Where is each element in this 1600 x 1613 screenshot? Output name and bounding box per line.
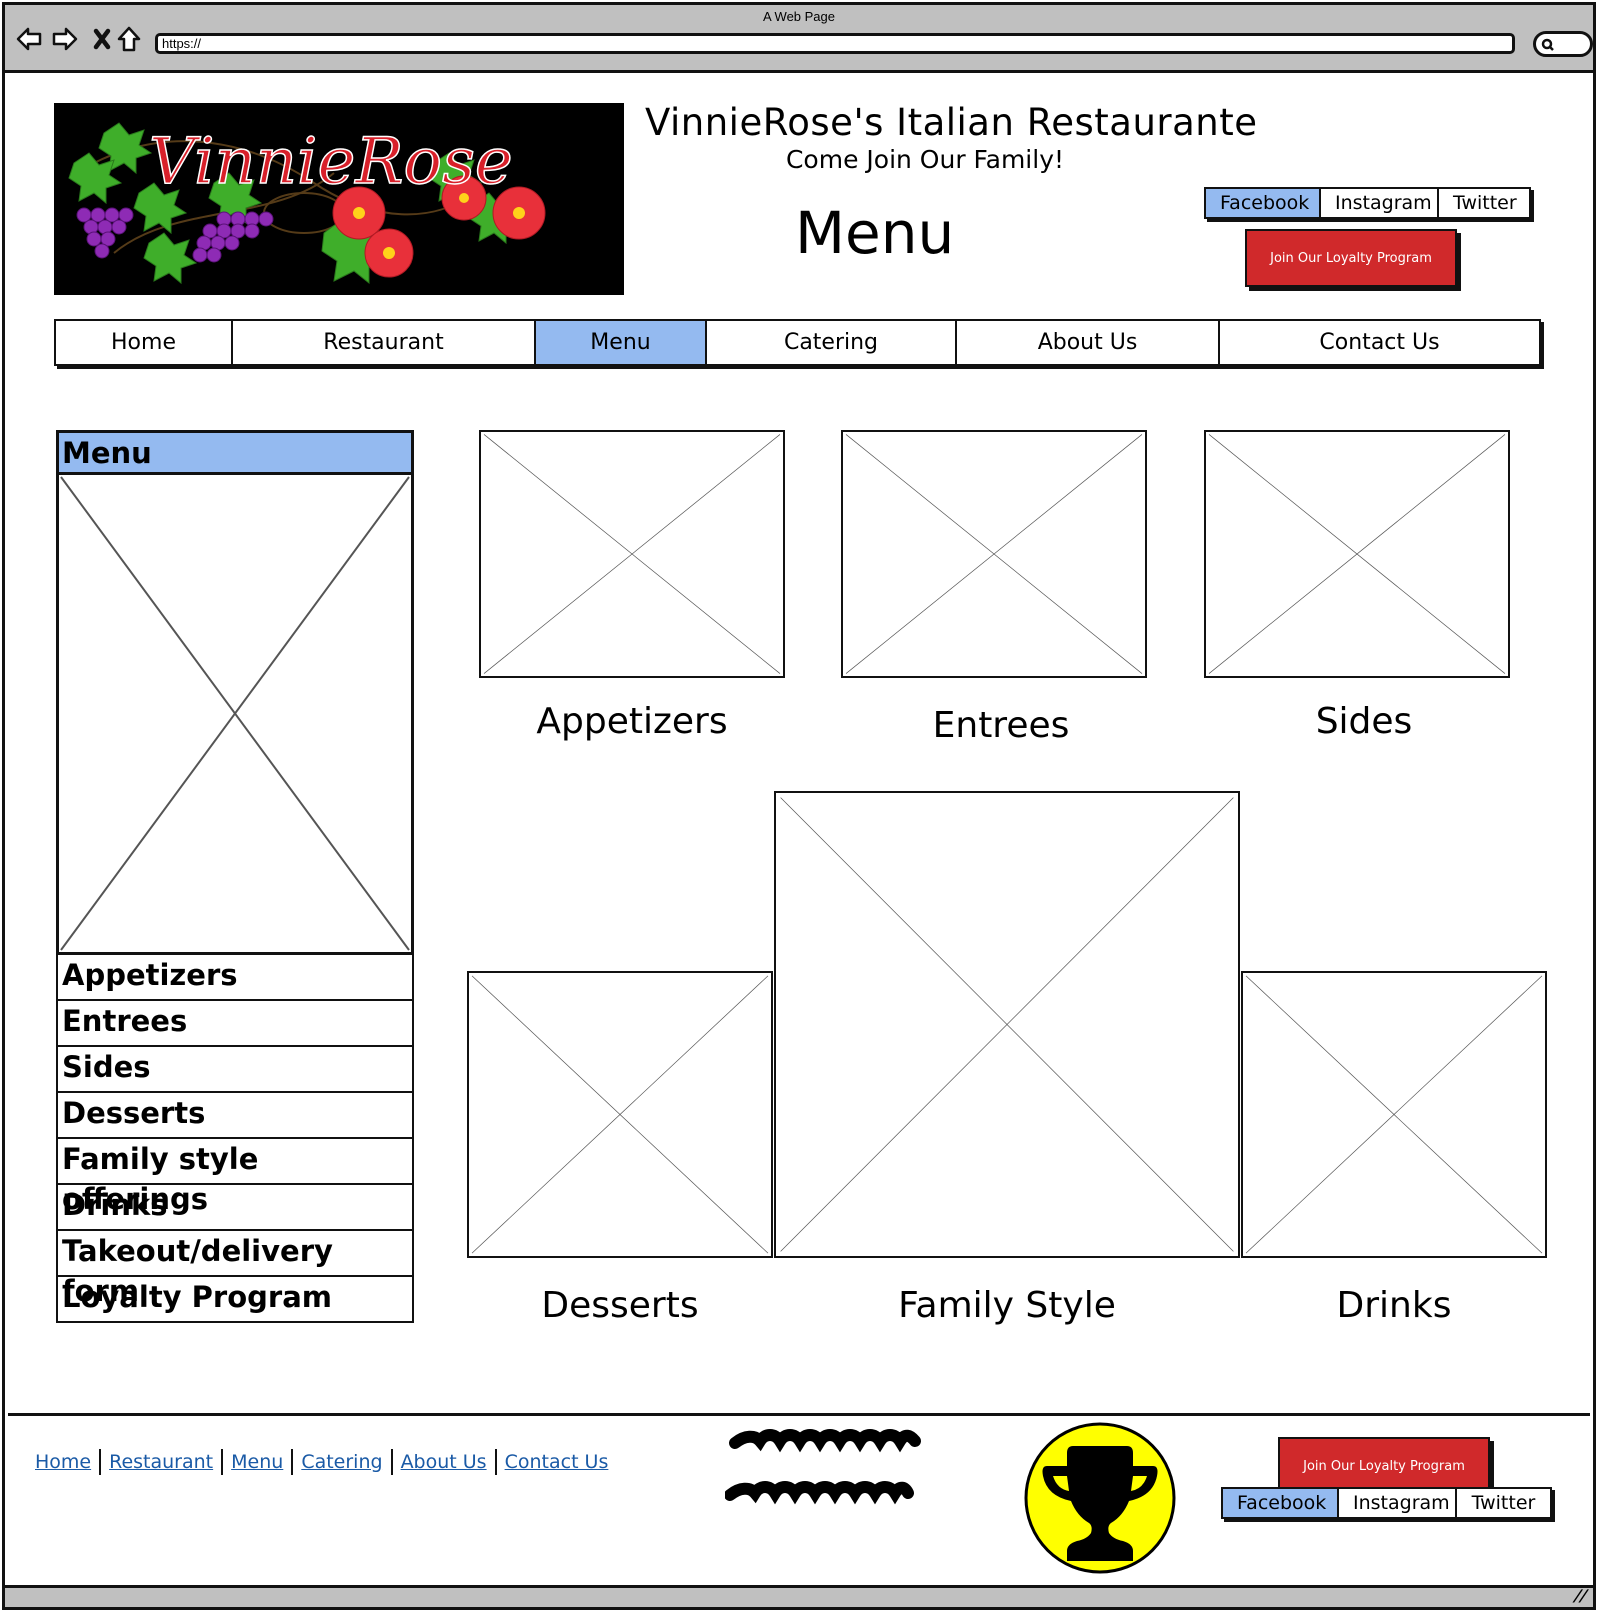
logo-wordmark: VinnieRose: [149, 125, 513, 199]
social-links-header: Facebook Instagram Twitter: [1204, 187, 1531, 219]
nav-item-home[interactable]: Home: [56, 321, 233, 364]
footer-link-restaurant[interactable]: Restaurant: [109, 1451, 213, 1473]
search-icon: [1541, 38, 1554, 51]
browser-search-button[interactable]: [1533, 31, 1593, 57]
family-style-image[interactable]: [774, 791, 1240, 1258]
sidebar-title: Menu: [56, 430, 414, 475]
footer-link-menu[interactable]: Menu: [231, 1451, 283, 1473]
image-placeholder-icon: [1243, 973, 1545, 1256]
nav-item-restaurant[interactable]: Restaurant: [233, 321, 536, 364]
footer-links: Home Restaurant Menu Catering About Us C…: [35, 1449, 608, 1475]
facebook-link[interactable]: Facebook: [1206, 189, 1321, 217]
link-separator: [494, 1449, 497, 1475]
main-navigation: Home Restaurant Menu Catering About Us C…: [54, 319, 1541, 366]
link-separator: [99, 1449, 102, 1475]
image-placeholder-icon: [1206, 432, 1508, 676]
scribble-text-placeholder: [725, 1429, 921, 1505]
logo-image: VinnieRose: [54, 103, 624, 295]
window-title: A Web Page: [762, 9, 836, 24]
nav-item-menu[interactable]: Menu: [536, 321, 707, 364]
join-loyalty-button[interactable]: Join Our Loyalty Program: [1245, 229, 1457, 287]
nav-item-about-us[interactable]: About Us: [957, 321, 1220, 364]
forward-arrow-icon[interactable]: [51, 25, 79, 53]
home-icon[interactable]: [115, 25, 143, 53]
link-separator: [390, 1449, 393, 1475]
image-placeholder-icon: [481, 432, 783, 676]
back-arrow-icon[interactable]: [15, 25, 43, 53]
page-heading: Menu: [795, 199, 955, 267]
instagram-link[interactable]: Instagram: [1321, 189, 1439, 217]
footer-link-about-us[interactable]: About Us: [401, 1451, 487, 1473]
url-input[interactable]: https://: [155, 33, 1515, 54]
sidebar-item-entrees[interactable]: Entrees: [56, 1001, 414, 1047]
sidebar-item-sides[interactable]: Sides: [56, 1047, 414, 1093]
sidebar-item-loyalty-program[interactable]: Loyalty Program: [56, 1277, 414, 1323]
stop-icon[interactable]: [89, 25, 117, 53]
image-placeholder-icon: [843, 432, 1145, 676]
desserts-image[interactable]: [467, 971, 773, 1258]
link-separator: [291, 1449, 294, 1475]
drinks-image[interactable]: [1241, 971, 1547, 1258]
sidebar-item-desserts[interactable]: Desserts: [56, 1093, 414, 1139]
footer-facebook-link[interactable]: Facebook: [1223, 1489, 1339, 1517]
footer-instagram-link[interactable]: Instagram: [1339, 1489, 1457, 1517]
nav-item-contact-us[interactable]: Contact Us: [1220, 321, 1539, 364]
tagline: Come Join Our Family!: [785, 145, 1065, 174]
sidebar-item-drinks[interactable]: Drinks: [56, 1185, 414, 1231]
browser-titlebar: A Web Page https://: [5, 5, 1593, 73]
desserts-label[interactable]: Desserts: [467, 1285, 773, 1326]
footer-twitter-link[interactable]: Twitter: [1457, 1489, 1550, 1517]
family-style-label[interactable]: Family Style: [774, 1285, 1240, 1326]
restaurant-logo[interactable]: VinnieRose: [54, 103, 624, 295]
twitter-link[interactable]: Twitter: [1439, 189, 1529, 217]
image-placeholder-icon: [60, 476, 410, 951]
sidebar-item-appetizers[interactable]: Appetizers: [56, 955, 414, 1001]
footer-link-catering[interactable]: Catering: [301, 1451, 382, 1473]
sidebar-item-takeout-form[interactable]: Takeout/delivery form: [56, 1231, 414, 1308]
entrees-label[interactable]: Entrees: [841, 705, 1161, 746]
site-title: VinnieRose's Italian Restaurante: [645, 101, 1258, 144]
web-page: VinnieRose VinnieRose's Italian Restaura…: [5, 73, 1593, 1591]
link-separator: [221, 1449, 224, 1475]
image-placeholder-icon: [776, 793, 1238, 1256]
image-placeholder-icon: [469, 973, 771, 1256]
social-links-footer: Facebook Instagram Twitter: [1221, 1487, 1552, 1519]
sides-label[interactable]: Sides: [1204, 701, 1524, 742]
entrees-image[interactable]: [841, 430, 1147, 678]
resize-grip-icon[interactable]: //: [1572, 1586, 1591, 1605]
sidebar-image-placeholder: [56, 475, 414, 955]
drinks-label[interactable]: Drinks: [1241, 1285, 1547, 1326]
appetizers-image[interactable]: [479, 430, 785, 678]
sides-image[interactable]: [1204, 430, 1510, 678]
sidebar-item-family-style[interactable]: Family style offerings: [56, 1139, 414, 1216]
footer-link-contact-us[interactable]: Contact Us: [505, 1451, 609, 1473]
browser-window: A Web Page https:// VinnieRose VinnieRos…: [2, 2, 1596, 1610]
browser-statusbar: //: [5, 1585, 1593, 1607]
nav-item-catering[interactable]: Catering: [707, 321, 957, 364]
footer-link-home[interactable]: Home: [35, 1451, 91, 1473]
appetizers-label[interactable]: Appetizers: [479, 701, 785, 742]
trophy-icon[interactable]: [1023, 1421, 1178, 1576]
menu-sidebar: Menu Appetizers Entrees Sides Desserts F…: [56, 430, 414, 1323]
